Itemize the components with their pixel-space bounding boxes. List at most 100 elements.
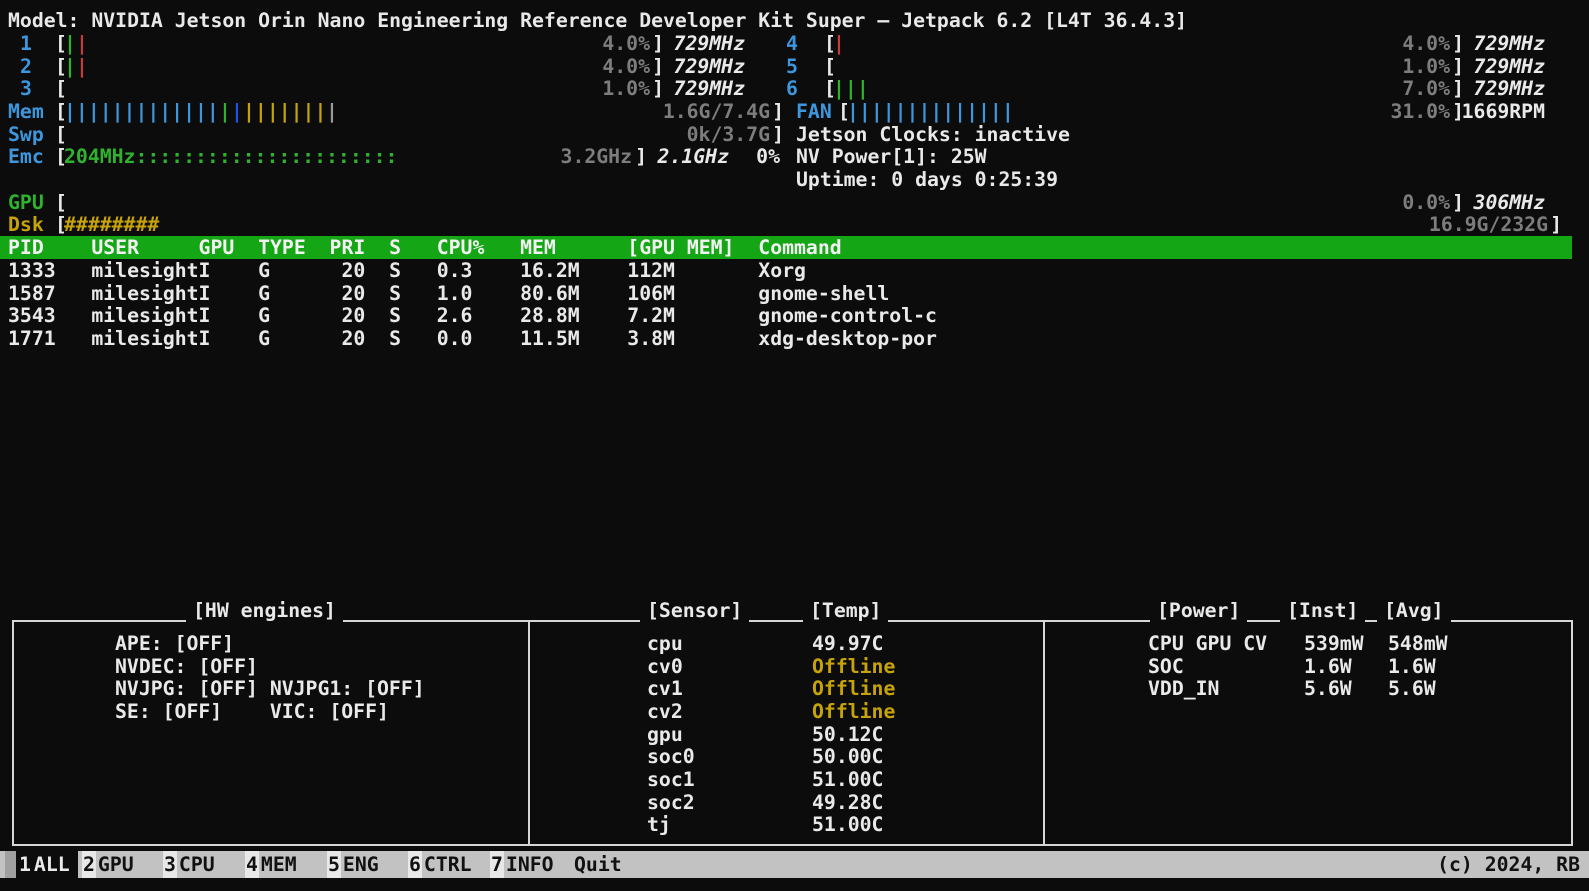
sensor-row: tj 51.00C	[0, 813, 1589, 836]
mem-label: Mem	[8, 100, 44, 123]
cpu3-gauge-open-bracket: [	[55, 77, 67, 100]
process-table-header: PID USER GPU TYPE PRI S CPU% MEM [GPU ME…	[0, 236, 1572, 259]
cpu1-usage-pct: 4.0%	[602, 32, 650, 55]
nv-power-status: NV Power[1]: 25W	[796, 145, 987, 168]
cpu2-bar-green: |	[64, 55, 76, 78]
fan-bars: ||||||||||||||	[847, 100, 1014, 123]
disk-label: Dsk	[8, 213, 44, 236]
power-inst-value: 1.6W	[1304, 655, 1352, 678]
menu-label-all: ALL	[32, 851, 72, 878]
power-row: CPU GPU CV 539mW 548mW	[0, 632, 1589, 655]
sensor-row: soc0 50.00C	[0, 745, 1589, 768]
disk-gauge-bar: ########	[64, 213, 159, 236]
cpu-row-1-4: 1 [ | | 4.0% ] 729MHz 4 [ | 4.0% ] 729MH…	[0, 32, 1589, 55]
cpu4-freq: 729MHz	[1474, 32, 1545, 55]
power-row: VDD_IN 5.6W 5.6W	[0, 677, 1589, 700]
fan-label: FAN	[796, 100, 832, 123]
cpu-row-3-6: 3 [ 1.0% ] 729MHz 6 [ ||| 7.0% ] 729MHz	[0, 77, 1589, 100]
mem-value: 1.6G/7.4G	[663, 100, 770, 123]
disk-value: 16.9G/232G	[1429, 213, 1548, 236]
process-row: 3543 milesightI G 20 S 2.6 28.8M 7.2M gn…	[0, 304, 1589, 327]
menu-tab-mem[interactable]: 4MEM	[245, 851, 299, 878]
power-avg-value: 5.6W	[1388, 677, 1436, 700]
menu-tab-cpu[interactable]: 3CPU	[163, 851, 217, 878]
mem-gauge-close-bracket: ]	[772, 100, 784, 123]
menu-label-info: INFO	[504, 851, 556, 878]
menu-label-ctrl: CTRL	[422, 851, 474, 878]
menu-tab-ctrl[interactable]: 6CTRL	[408, 851, 474, 878]
process-row-text: 1333 milesightI G 20 S 0.3 16.2M 112M Xo…	[8, 259, 806, 282]
fan-pct: 31.0%	[1390, 100, 1450, 123]
jtop-terminal-screen: Model: NVIDIA Jetson Orin Nano Engineeri…	[0, 0, 1589, 891]
power-avg-value: 1.6W	[1388, 655, 1436, 678]
sensor-name: soc0	[647, 745, 695, 768]
cpu1-bar-green: |	[64, 32, 76, 55]
uptime-status: Uptime: 0 days 0:25:39	[796, 168, 1058, 191]
copyright-text: (c) 2024, RB	[1437, 851, 1580, 878]
cpu4-usage-pct: 4.0%	[1402, 32, 1450, 55]
cpu3-freq: 729MHz	[674, 77, 745, 100]
swap-value: 0k/3.7G	[687, 123, 770, 146]
menu-label-gpu: GPU	[96, 851, 136, 878]
cpu6-freq: 729MHz	[1474, 77, 1545, 100]
sensor-row: gpu 50.12C	[0, 723, 1589, 746]
fan-rpm: 1669RPM	[1462, 100, 1545, 123]
sensor-name: soc1	[647, 768, 695, 791]
cpu3-usage-pct: 1.0%	[602, 77, 650, 100]
emc-current-freq: 2.1GHz	[658, 145, 729, 168]
process-row: 1771 milesightI G 20 S 0.0 11.5M 3.8M xd…	[0, 327, 1589, 350]
sensor-row: cv2 Offline	[0, 700, 1589, 723]
disk-gauge-close-bracket: ]	[1550, 213, 1562, 236]
cpu4-bar-red: |	[833, 32, 845, 55]
process-table-header-text: PID USER GPU TYPE PRI S CPU% MEM [GPU ME…	[8, 236, 842, 259]
mem-bars-cached: |||||||	[243, 100, 326, 123]
sensor-name: soc2	[647, 791, 695, 814]
menu-key-5: 5	[327, 851, 341, 878]
cpu2-usage-pct: 4.0%	[602, 55, 650, 78]
menu-key-2: 2	[82, 851, 96, 878]
sensor-temp: 51.00C	[812, 768, 883, 791]
cpu6-label: 6	[786, 77, 798, 100]
sensor-temp: 50.00C	[812, 745, 883, 768]
menu-tab-info[interactable]: 7INFO	[490, 851, 556, 878]
model-title-row: Model: NVIDIA Jetson Orin Nano Engineeri…	[0, 9, 1589, 32]
sensor-name: tj	[647, 813, 671, 836]
swap-label: Swp	[8, 123, 44, 146]
gpu-gauge-close-bracket: ]	[1452, 191, 1464, 214]
process-row-text: 3543 milesightI G 20 S 2.6 28.8M 7.2M gn…	[8, 304, 937, 327]
power-avg-column-title: [Avg]	[1377, 599, 1451, 622]
jetson-clocks-status: Jetson Clocks: inactive	[796, 123, 1070, 146]
power-panel-title: [Power]	[1150, 599, 1247, 622]
power-rail-name: SOC	[1148, 655, 1184, 678]
process-row: 1333 milesightI G 20 S 0.3 16.2M 112M Xo…	[0, 259, 1589, 282]
menu-tab-all[interactable]: 1ALL	[16, 851, 78, 878]
cpu5-gauge-close-bracket: ]	[1452, 55, 1464, 78]
cpu-row-2-5: 2 [ | | 4.0% ] 729MHz 5 [ 1.0% ] 729MHz	[0, 55, 1589, 78]
swap-row: Swp [ 0k/3.7G ] Jetson Clocks: inactive	[0, 123, 1589, 146]
gpu-freq: 306MHz	[1474, 191, 1545, 214]
menu-tab-gpu[interactable]: 2GPU	[82, 851, 136, 878]
menu-label-quit: Quit	[572, 851, 624, 878]
cpu5-gauge-open-bracket: [	[824, 55, 836, 78]
cpu2-freq: 729MHz	[674, 55, 745, 78]
mem-bar-shared: |	[219, 100, 231, 123]
menu-key-3: 3	[163, 851, 177, 878]
mem-bars-used: |||||||||||||	[64, 100, 219, 123]
cpu1-label: 1	[20, 32, 32, 55]
sensor-temp: 49.28C	[812, 791, 883, 814]
emc-max-freq: 3.2GHz	[561, 145, 632, 168]
menu-key-7: 7	[490, 851, 504, 878]
emc-gauge-close-bracket: ]	[635, 145, 647, 168]
menu-label-cpu: CPU	[177, 851, 217, 878]
menu-quit-button[interactable]: Quit	[572, 851, 624, 878]
cpu2-gauge-close-bracket: ]	[652, 55, 664, 78]
cpu6-bar-green: |||	[833, 77, 869, 100]
emc-row: Emc [ 204MHz:::::::::::::::::::::: 3.2GH…	[0, 145, 1589, 168]
hw-engines-panel-title: [HW engines]	[186, 599, 343, 622]
uptime-row: Uptime: 0 days 0:25:39	[0, 168, 1589, 191]
process-row-text: 1771 milesightI G 20 S 0.0 11.5M 3.8M xd…	[8, 327, 937, 350]
cpu1-freq: 729MHz	[674, 32, 745, 55]
menu-tab-eng[interactable]: 5ENG	[327, 851, 381, 878]
gpu-label: GPU	[8, 191, 44, 214]
cpu3-label: 3	[20, 77, 32, 100]
